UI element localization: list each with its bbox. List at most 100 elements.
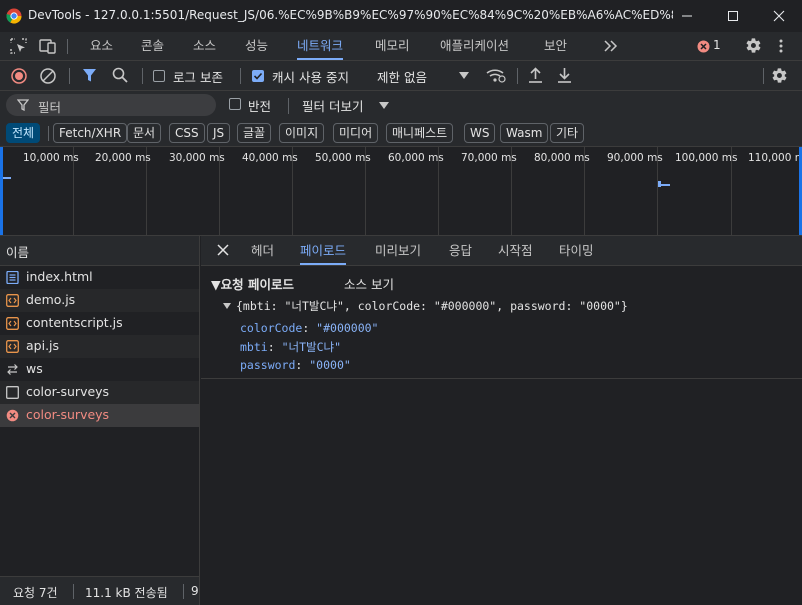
payload-field-key: mbti: [240, 340, 268, 354]
timeline-overview[interactable]: 10,000 ms 20,000 ms 30,000 ms 40,000 ms …: [0, 147, 802, 236]
more-tabs-chevron-icon[interactable]: [603, 39, 619, 53]
preserve-log-label[interactable]: 로그 보존: [173, 67, 223, 86]
timeline-tick: 100,000 ms: [675, 152, 738, 164]
device-toolbar-icon[interactable]: [39, 38, 57, 54]
request-row-ws[interactable]: ws: [0, 358, 199, 381]
tab-initiator[interactable]: 시작점: [498, 236, 533, 265]
tab-network[interactable]: 네트워크: [297, 32, 344, 60]
close-window-button[interactable]: [756, 0, 802, 32]
type-filter-all[interactable]: 전체: [6, 123, 41, 143]
script-icon: [6, 294, 19, 307]
network-settings-gear-icon[interactable]: [771, 67, 788, 84]
preserve-log-checkbox[interactable]: [153, 70, 165, 82]
more-filters-button[interactable]: 필터 더보기: [302, 96, 363, 115]
timeline-left-handle[interactable]: [0, 147, 3, 235]
close-detail-icon[interactable]: [217, 244, 229, 256]
transferred-size: 11.1 kB 전송됨: [85, 586, 168, 600]
export-har-download-icon[interactable]: [557, 67, 572, 83]
disable-cache-label[interactable]: 캐시 사용 중지: [272, 67, 349, 86]
type-filter-fetch-xhr[interactable]: Fetch/XHR: [53, 123, 128, 143]
type-filter-ws[interactable]: WS: [464, 123, 496, 143]
name-column-header[interactable]: 이름: [0, 236, 200, 266]
script-icon: [6, 340, 19, 353]
type-filter-doc[interactable]: 문서: [127, 123, 162, 143]
request-payload-section: ▼요청 페이로드 소스 보기 {mbti: "너T발C냐", colorCode…: [201, 266, 802, 379]
fetch-icon: [6, 386, 19, 399]
request-name: demo.js: [26, 292, 76, 307]
tab-headers[interactable]: 헤더: [251, 236, 274, 265]
more-options-icon[interactable]: [778, 38, 784, 54]
timeline-tick: 90,000 ms: [607, 152, 663, 164]
name-column-label: 이름: [6, 245, 30, 260]
tab-preview[interactable]: 미리보기: [375, 236, 421, 265]
timeline-tick: 80,000 ms: [534, 152, 590, 164]
maximize-button[interactable]: [710, 0, 756, 32]
disable-cache-checkbox[interactable]: [252, 70, 264, 82]
tab-timing[interactable]: 타이밍: [559, 236, 594, 265]
payload-summary[interactable]: {mbti: "너T발C냐", colorCode: "#000000", pa…: [236, 298, 628, 314]
filter-row: 필터 반전 필터 더보기: [0, 91, 802, 119]
toolbar-divider: [69, 68, 70, 84]
filter-input[interactable]: 필터: [6, 94, 216, 116]
throttling-dropdown-icon[interactable]: [459, 72, 469, 79]
filter-placeholder: 필터: [38, 100, 62, 115]
request-row-color-surveys-error[interactable]: color-surveys: [0, 404, 199, 427]
invert-checkbox[interactable]: [229, 98, 241, 110]
tab-console[interactable]: 콘솔: [141, 32, 164, 60]
import-har-upload-icon[interactable]: [528, 67, 543, 83]
toolbar-divider: [142, 68, 143, 84]
window-title: DevTools - 127.0.0.1:5501/Request_JS/06.…: [28, 8, 673, 22]
request-name: contentscript.js: [26, 315, 123, 330]
tab-elements[interactable]: 요소: [90, 32, 113, 60]
payload-field-key: password: [240, 358, 296, 372]
filter-funnel-outline-icon: [17, 99, 29, 111]
request-row-api-js[interactable]: api.js: [0, 335, 199, 358]
settings-gear-icon[interactable]: [745, 37, 762, 54]
timeline-tick: 40,000 ms: [242, 152, 298, 164]
request-row-color-surveys[interactable]: color-surveys: [0, 381, 199, 404]
truncated-status: 9: [191, 584, 199, 598]
tab-payload[interactable]: 페이로드: [300, 236, 347, 265]
tab-performance[interactable]: 성능: [245, 32, 268, 60]
type-filter-manifest[interactable]: 매니페스트: [386, 123, 454, 143]
filter-funnel-icon[interactable]: [82, 68, 97, 83]
payload-field-value: "너T발C냐": [281, 340, 341, 354]
tab-application[interactable]: 애플리케이션: [440, 32, 509, 60]
clear-icon[interactable]: [40, 68, 56, 84]
timeline-tick: 20,000 ms: [95, 152, 151, 164]
error-count[interactable]: 1: [713, 38, 721, 52]
timeline-request-bar: [3, 177, 11, 179]
type-filter-wasm[interactable]: Wasm: [500, 123, 549, 143]
more-filters-dropdown-icon[interactable]: [379, 102, 389, 109]
network-status-bar: 요청 7건 11.1 kB 전송됨 9: [0, 576, 200, 605]
status-divider: [183, 584, 184, 599]
devtools-main-tabs: 요소 콘솔 소스 성능 네트워크 메모리 애플리케이션 보안 1: [0, 32, 802, 61]
error-icon[interactable]: [697, 40, 710, 53]
tab-response[interactable]: 응답: [449, 236, 472, 265]
network-conditions-wifi-icon[interactable]: [486, 67, 506, 83]
request-row-contentscript-js[interactable]: contentscript.js: [0, 312, 199, 335]
record-stop-icon[interactable]: [11, 68, 27, 84]
tab-sources[interactable]: 소스: [193, 32, 216, 60]
tab-memory[interactable]: 메모리: [375, 32, 410, 60]
websocket-arrows-icon: [6, 363, 19, 376]
tab-security[interactable]: 보안: [544, 32, 567, 60]
payload-expand-triangle-icon[interactable]: [223, 303, 231, 309]
filter-divider: [288, 98, 289, 114]
minimize-button[interactable]: [664, 0, 710, 32]
type-filter-css[interactable]: CSS: [169, 123, 205, 143]
request-row-index-html[interactable]: index.html: [0, 266, 199, 289]
request-detail-tabs: 헤더 페이로드 미리보기 응답 시작점 타이밍: [201, 236, 802, 266]
invert-label[interactable]: 반전: [248, 96, 271, 115]
type-filter-media[interactable]: 미디어: [333, 123, 379, 143]
throttling-select[interactable]: 제한 없음: [377, 67, 427, 86]
view-source-link[interactable]: 소스 보기: [344, 274, 394, 293]
request-row-demo-js[interactable]: demo.js: [0, 289, 199, 312]
type-filter-img[interactable]: 이미지: [279, 123, 325, 143]
type-filter-other[interactable]: 기타: [550, 123, 585, 143]
search-icon[interactable]: [112, 67, 128, 83]
request-payload-title[interactable]: ▼요청 페이로드: [211, 274, 294, 293]
type-filter-font[interactable]: 글꼴: [237, 123, 272, 143]
type-filter-js[interactable]: JS: [207, 123, 231, 143]
inspect-element-icon[interactable]: [10, 38, 28, 54]
